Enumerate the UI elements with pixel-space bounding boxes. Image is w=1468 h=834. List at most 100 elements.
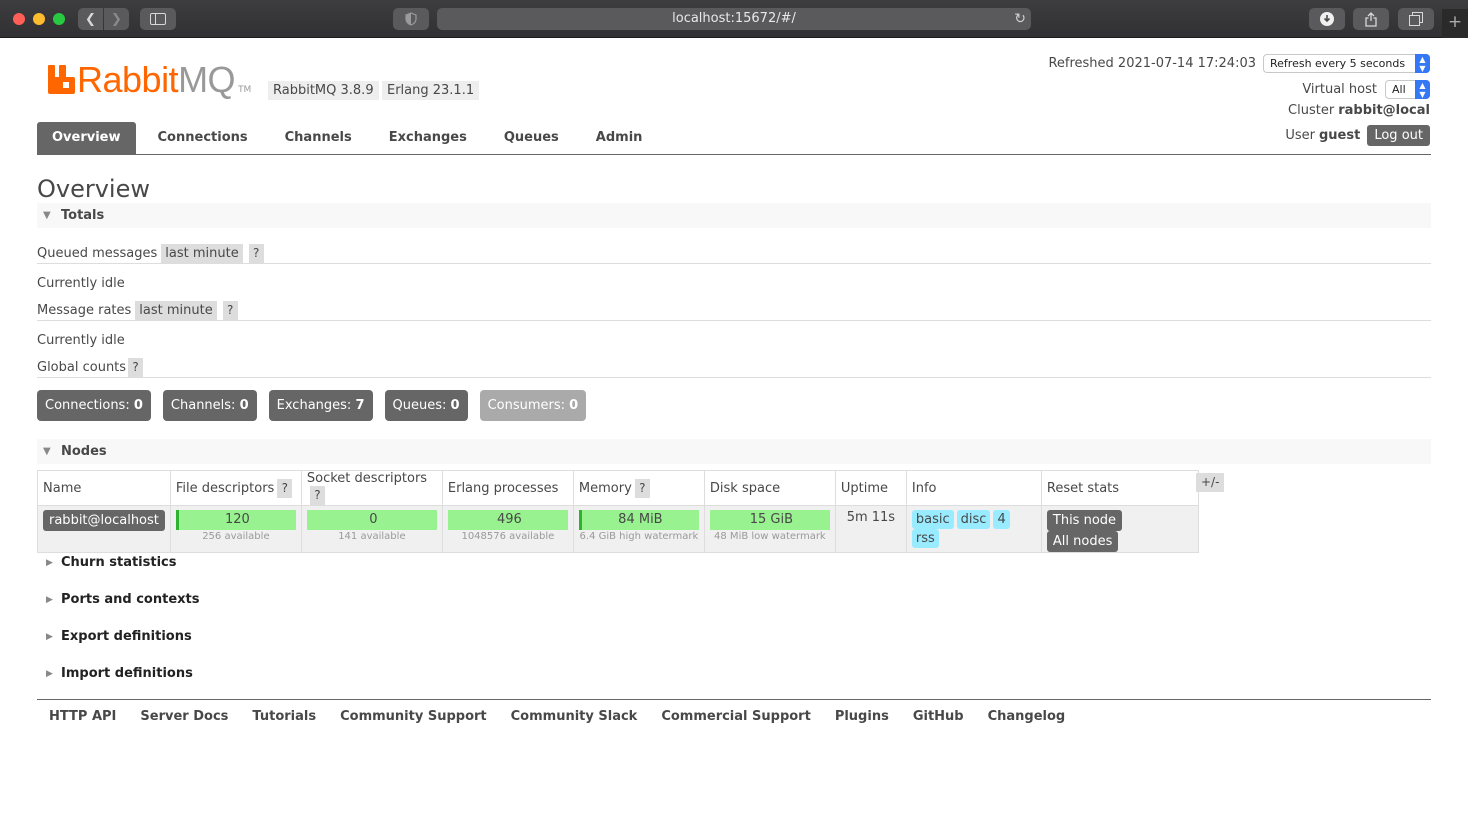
disk-space-watermark: 48 MiB low watermark [714, 531, 826, 542]
info-badge-cores: 4 [993, 510, 1010, 529]
rates-status: Currently idle [37, 333, 125, 348]
logo-trademark: TM [238, 85, 252, 95]
rates-help-button[interactable]: ? [222, 301, 238, 320]
share-icon [1365, 11, 1377, 27]
queued-messages-header: Queued messages last minute ? [37, 244, 264, 263]
totals-section-toggle[interactable]: ▼ Totals [37, 203, 1431, 228]
rabbitmq-version-badge: RabbitMQ 3.8.9 [268, 81, 379, 100]
downloads-button[interactable] [1309, 8, 1345, 30]
tab-channels[interactable]: Channels [270, 122, 367, 154]
column-header-reset-stats: Reset stats [1040, 470, 1199, 506]
global-counts-help-button[interactable]: ? [128, 358, 144, 377]
help-button[interactable]: ? [277, 478, 293, 498]
file-descriptors-bar: 120 [175, 510, 296, 530]
rates-period-selector[interactable]: last minute [135, 301, 217, 320]
channels-count-button[interactable]: Channels: 0 [162, 390, 257, 421]
exchanges-count-button[interactable]: Exchanges: 7 [268, 390, 373, 421]
triangle-right-icon: ▶ [46, 594, 53, 605]
column-header-file-descriptors: File descriptors? [169, 470, 302, 506]
column-header-info: Info [905, 470, 1042, 506]
footer-link-changelog[interactable]: Changelog [988, 709, 1066, 724]
help-button[interactable]: ? [309, 486, 325, 505]
info-badge-rss: rss [911, 529, 939, 548]
erlang-version-badge: Erlang 23.1.1 [382, 81, 480, 100]
queued-help-button[interactable]: ? [248, 244, 264, 263]
tab-queues[interactable]: Queues [489, 122, 574, 154]
tab-connections[interactable]: Connections [143, 122, 263, 154]
file-descriptors-available: 256 available [202, 531, 270, 542]
zoom-window-button[interactable] [53, 13, 65, 25]
footer-link-http-api[interactable]: HTTP API [49, 709, 116, 724]
tab-overview[interactable]: Overview [37, 122, 136, 154]
divider [37, 320, 1431, 321]
ports-and-contexts-toggle[interactable]: ▶ Ports and contexts [37, 592, 199, 607]
global-counts-header: Global counts ? [37, 358, 144, 377]
tab-overview-button[interactable] [1398, 8, 1434, 30]
logo-text-rabbit: Rabbit [77, 59, 179, 100]
global-counts-label: Global counts [37, 360, 127, 375]
reset-stats-cell: This nodeAll nodes [1040, 505, 1199, 553]
column-header-uptime: Uptime [834, 470, 907, 506]
download-icon [1320, 12, 1334, 26]
nodes-section-toggle[interactable]: ▼ Nodes [37, 439, 1431, 464]
queues-count-button[interactable]: Queues: 0 [384, 390, 468, 421]
vhost-select[interactable]: All ▲ ▼ [1385, 80, 1430, 99]
export-definitions-toggle[interactable]: ▶ Export definitions [37, 629, 192, 644]
share-button[interactable] [1353, 8, 1389, 30]
address-bar[interactable]: localhost:15672/#/ ↻ [437, 8, 1031, 30]
rabbit-logo-icon [48, 65, 75, 94]
disk-space-cell: 15 GiB 48 MiB low watermark [703, 505, 836, 553]
tabs-icon [1409, 12, 1423, 26]
churn-statistics-toggle[interactable]: ▶ Churn statistics [37, 555, 177, 570]
sidebar-icon [150, 13, 166, 25]
import-definitions-toggle[interactable]: ▶ Import definitions [37, 666, 193, 681]
new-tab-button[interactable]: + [1442, 9, 1468, 38]
forward-button[interactable]: ❯ [104, 8, 129, 30]
footer-link-plugins[interactable]: Plugins [835, 709, 889, 724]
node-name-cell: rabbit@localhost [37, 505, 171, 553]
footer-link-tutorials[interactable]: Tutorials [252, 709, 316, 724]
triangle-down-icon: ▼ [43, 446, 51, 457]
browser-toolbar: ❮ ❯ localhost:15672/#/ ↻ + [0, 0, 1468, 38]
footer-link-community-support[interactable]: Community Support [340, 709, 487, 724]
column-header-name: Name [37, 470, 171, 506]
rabbitmq-logo[interactable]: Rabbit MQ TM [48, 59, 252, 100]
tab-admin[interactable]: Admin [581, 122, 658, 154]
page-title: Overview [37, 175, 150, 203]
back-button[interactable]: ❮ [78, 8, 103, 30]
erlang-processes-cell: 496 1048576 available [441, 505, 574, 553]
queued-period-selector[interactable]: last minute [161, 244, 243, 263]
url-text: localhost:15672/#/ [672, 11, 796, 26]
divider [37, 377, 1431, 378]
select-arrows-icon: ▲ ▼ [1415, 54, 1430, 73]
help-button[interactable]: ? [634, 478, 650, 498]
triangle-right-icon: ▶ [46, 631, 53, 642]
footer-link-server-docs[interactable]: Server Docs [140, 709, 228, 724]
connections-count-button[interactable]: Connections: 0 [37, 390, 151, 421]
column-toggle-button[interactable]: +/- [1196, 473, 1225, 492]
reset-this-node-button[interactable]: This node [1046, 510, 1123, 531]
memory-watermark: 6.4 GiB high watermark [579, 531, 699, 542]
footer-link-community-slack[interactable]: Community Slack [511, 709, 638, 724]
cluster-name: rabbit@local [1338, 103, 1430, 118]
shield-icon [405, 12, 417, 26]
refresh-interval-select[interactable]: Refresh every 5 seconds ▲ ▼ [1263, 54, 1430, 73]
privacy-report-button[interactable] [393, 8, 429, 30]
minimize-window-button[interactable] [33, 13, 45, 25]
sidebar-toggle-button[interactable] [140, 8, 176, 30]
logo-text-mq: MQ [178, 59, 236, 100]
disk-space-bar: 15 GiB [709, 510, 830, 530]
reload-icon[interactable]: ↻ [1014, 8, 1026, 30]
column-header-disk-space: Disk space [703, 470, 836, 506]
node-link[interactable]: rabbit@localhost [43, 510, 165, 531]
reset-all-nodes-button[interactable]: All nodes [1046, 531, 1119, 552]
uptime-cell: 5m 11s [834, 505, 907, 553]
table-header-row: Name File descriptors? Socket descriptor… [37, 470, 1199, 506]
tab-exchanges[interactable]: Exchanges [374, 122, 482, 154]
memory-bar: 84 MiB [578, 510, 699, 530]
close-window-button[interactable] [13, 13, 25, 25]
footer-link-github[interactable]: GitHub [913, 709, 964, 724]
memory-cell: 84 MiB 6.4 GiB high watermark [572, 505, 705, 553]
chevron-right-icon: ❯ [111, 11, 122, 27]
footer-link-commercial-support[interactable]: Commercial Support [661, 709, 811, 724]
